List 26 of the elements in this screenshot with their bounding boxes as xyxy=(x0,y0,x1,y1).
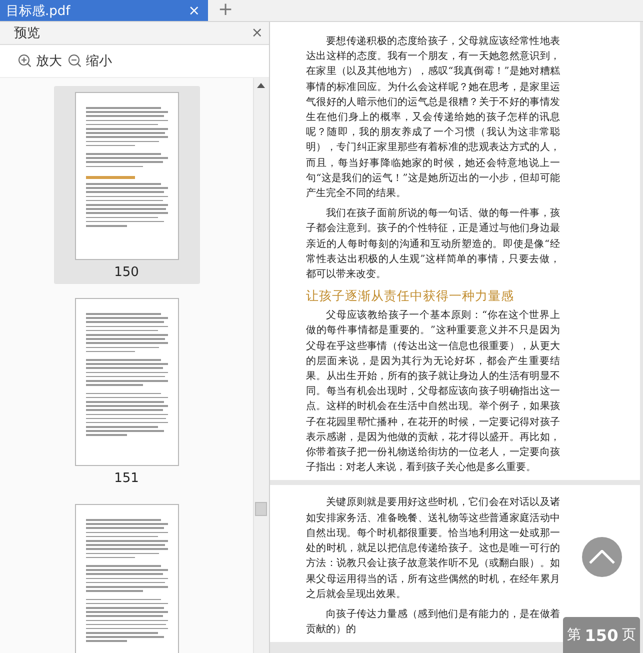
paragraph: 向孩子传达力量感（感到他们是有能力的，是在做着贡献的）的 xyxy=(306,608,560,638)
page-indicator-suffix: 页 xyxy=(622,626,636,644)
tab-title: 目标感.pdf xyxy=(6,2,70,20)
panel-title: 预览 xyxy=(14,25,40,42)
zoom-out-button[interactable]: 缩小 xyxy=(68,52,112,70)
page-thumbnail[interactable]: 151 xyxy=(54,292,200,490)
new-tab-button[interactable]: + xyxy=(208,0,244,21)
close-tab-button[interactable]: × xyxy=(188,2,200,18)
scroll-up-icon xyxy=(257,83,265,88)
document-tab[interactable]: 目标感.pdf × xyxy=(0,0,208,21)
page-number: 151 xyxy=(114,471,139,486)
zoom-out-icon xyxy=(68,54,82,68)
current-page-number: 150 xyxy=(584,626,618,644)
page-number: 150 xyxy=(114,265,139,280)
paragraph: 我们在孩子面前所说的每一句话、做的每一件事，孩子都会注意到。孩子的个性特征，正是通过与他们身边最亲近的人每时每刻的沟通和互动所塑造的。即使是像“经常性表达出积极的人生观”这样简单的事情，只要去做，都可以带来改变。 xyxy=(306,206,560,282)
scrollbar-thumb[interactable] xyxy=(255,502,267,516)
paragraph: 关键原则就是要用好这些时机，它们会在对话以及诸如安排家务活、准备晚餐、送礼物等这些普通家庭活动中自然出现。每个时机都很重要。恰当地利用这一处或那一处的时机，就足以把信息传递给孩子。这也是唯一可行的方法：说教只会让孩子故意装作听不见（或翻白眼）。如果父母运用得当的话，所有这些偶然的时机，在经年累月之后就会呈现出效果。 xyxy=(306,496,560,602)
zoom-in-icon xyxy=(18,54,32,68)
paragraph: 要想传递积极的态度给孩子，父母就应该经常性地表达出这样的态度。我有一个朋友，有一天她忽然意识到，在家里（以及其他地方），感叹“我真倒霉！”是她对糟糕事情的标准回应。为什么会这样呢？她在思考，是家里运气很好的人暗示他们的运气总是很糟？关于不好的事情发生在他们身上的概率，又会传递给她的孩子怎样的讯息呢？随即，我的朋友养成了一个习惯（我认为这非常聪明），专门纠正家里那些有着标准的悲观表达方式的人，而且，每当好事降临她家的时候，她还会特意地说上一句“这是我们的运气！”这是她所迈出的一小步，但却可能产生完全不同的结果。 xyxy=(306,34,560,202)
section-heading: 让孩子逐渐从责任中获得一种力量感 xyxy=(306,287,515,304)
page-thumbnail[interactable]: 150 xyxy=(54,86,200,284)
close-panel-button[interactable]: × xyxy=(251,25,263,41)
chevron-up-icon xyxy=(589,550,615,564)
paragraph: 父母应该教给孩子一个基本原则：“你在这个世界上做的每件事情都是重要的。”这种重要意义并不只是因为父母在乎这些事情（传达出这一信息也很重要），从更大的层面来说，是因为其行为无论好坏，都会产生重要结果。从出生开始，所有的孩子就让身边人的生活有明显不同。每当有机会出现时，父母都应该向孩子明确指出这一点。这样的时机会在生活中自然出现。举个例子，如果孩子在花园里帮忙播种，在花开的时候，一定要记得对孩子表示感谢，是因为他做的贡献，花才得以盛开。再比如，你带着孩子把一份礼物送给街坊的一位老人，一定要向孩子指出：对老人来说，看到孩子关心他是多么重要。 xyxy=(306,308,560,476)
zoom-in-button[interactable]: 放大 xyxy=(18,52,62,70)
page-indicator-prefix: 第 xyxy=(566,626,581,644)
